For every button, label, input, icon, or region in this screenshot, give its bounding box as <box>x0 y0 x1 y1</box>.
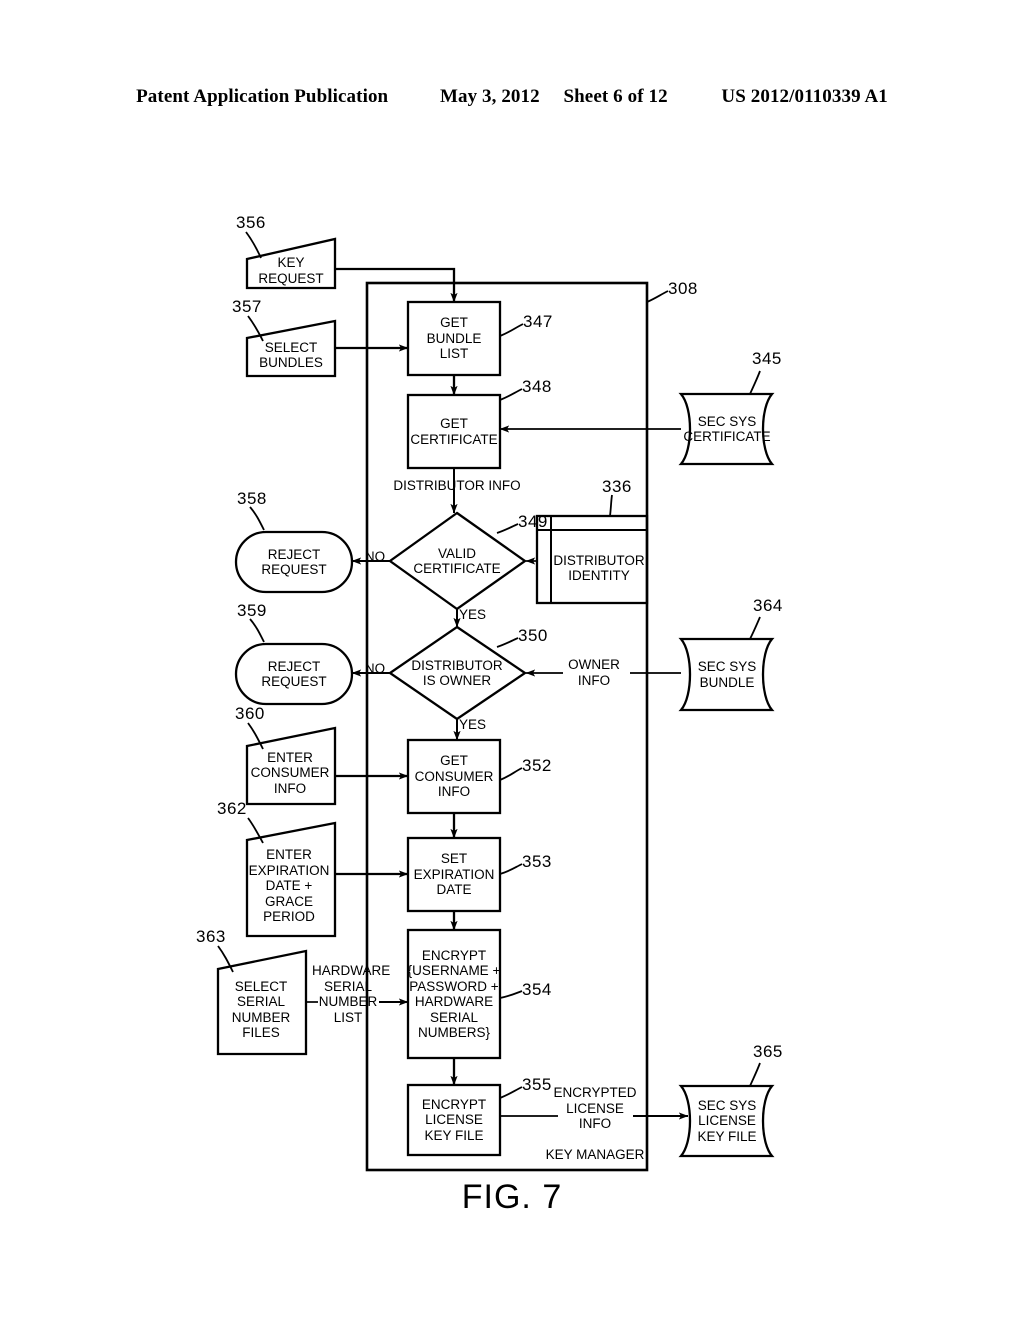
valid-certificate-shape <box>388 511 527 611</box>
ref-numeral-308: 308 <box>668 279 698 298</box>
reject-request-2-shape <box>234 642 354 706</box>
ref-leader-350 <box>496 637 519 648</box>
set-expiration-date-shape <box>406 836 502 913</box>
figure-7-flowchart: KEY REQUEST SELECT BUNDLES GET BUNDLE LI… <box>0 0 1024 1320</box>
ref-numeral-349: 349 <box>518 512 548 531</box>
key-manager-label: KEY MANAGER <box>545 1147 645 1162</box>
get-consumer-info-shape <box>406 738 502 815</box>
encrypt-license-key-shape <box>406 1083 502 1157</box>
ref-numeral-354: 354 <box>522 980 552 999</box>
ref-numeral-356: 356 <box>236 213 266 232</box>
distributor-info-label: DISTRIBUTOR INFO <box>393 478 521 493</box>
yes-label-2: YES <box>459 717 487 732</box>
edge-key-request-to-bundle-list <box>335 267 458 303</box>
select-serial-files-shape <box>216 949 308 1056</box>
owner-info-label: OWNER INFO <box>568 657 620 688</box>
get-certificate-shape <box>406 393 502 470</box>
ref-numeral-345: 345 <box>752 349 782 368</box>
ref-leader-365 <box>749 1062 761 1087</box>
ref-numeral-355: 355 <box>522 1075 552 1094</box>
figure-caption: FIG. 7 <box>461 1178 563 1216</box>
ref-leader-352 <box>499 767 523 781</box>
ref-numeral-365: 365 <box>753 1042 783 1061</box>
ref-numeral-353: 353 <box>522 852 552 871</box>
ref-numeral-358: 358 <box>237 489 267 508</box>
reject-request-1-shape <box>234 530 354 594</box>
ref-numeral-359: 359 <box>237 601 267 620</box>
ref-leader-348 <box>499 388 523 401</box>
ref-leader-345 <box>749 370 761 395</box>
ref-numeral-360: 360 <box>235 704 265 723</box>
hardware-serial-list-label: HARDWARE SERIAL NUMBER LIST <box>312 963 391 1025</box>
ref-leader-347 <box>499 323 524 337</box>
ref-numeral-350: 350 <box>518 626 548 645</box>
encrypt-credentials-shape <box>406 928 502 1060</box>
ref-numeral-336: 336 <box>602 477 632 496</box>
sec-sys-certificate-shape <box>678 392 775 466</box>
ref-numeral-347: 347 <box>523 312 553 331</box>
ref-leader-308 <box>646 290 669 303</box>
sec-sys-bundle-shape <box>678 637 775 712</box>
ref-leader-355 <box>499 1086 523 1099</box>
ref-leader-364 <box>749 616 761 640</box>
ref-numeral-348: 348 <box>522 377 552 396</box>
ref-leader-353 <box>499 863 523 875</box>
flowchart-graphics <box>216 231 775 1172</box>
distributor-is-owner-shape <box>387 625 528 721</box>
select-bundles-shape <box>245 319 337 378</box>
ref-numeral-352: 352 <box>522 756 552 775</box>
ref-numeral-364: 364 <box>753 596 783 615</box>
encrypted-license-info-label: ENCRYPTED LICENSE INFO <box>553 1085 637 1131</box>
ref-leader-359 <box>249 618 265 643</box>
ref-numeral-357: 357 <box>232 297 262 316</box>
ref-leader-349 <box>496 523 519 534</box>
ref-leader-336 <box>609 494 613 517</box>
enter-expiration-shape <box>245 821 337 938</box>
yes-label-1: YES <box>459 607 487 622</box>
ref-leader-356 <box>245 231 262 259</box>
sec-sys-license-key-shape <box>678 1084 775 1158</box>
no-label-1: NO <box>364 549 386 564</box>
ref-numeral-363: 363 <box>196 927 226 946</box>
ref-leader-354 <box>499 990 523 999</box>
enter-consumer-info-shape <box>245 726 337 806</box>
no-label-2: NO <box>364 661 386 676</box>
ref-leader-358 <box>249 506 265 531</box>
key-request-shape <box>245 237 337 290</box>
get-bundle-list-shape <box>406 300 502 377</box>
ref-numeral-362: 362 <box>217 799 247 818</box>
